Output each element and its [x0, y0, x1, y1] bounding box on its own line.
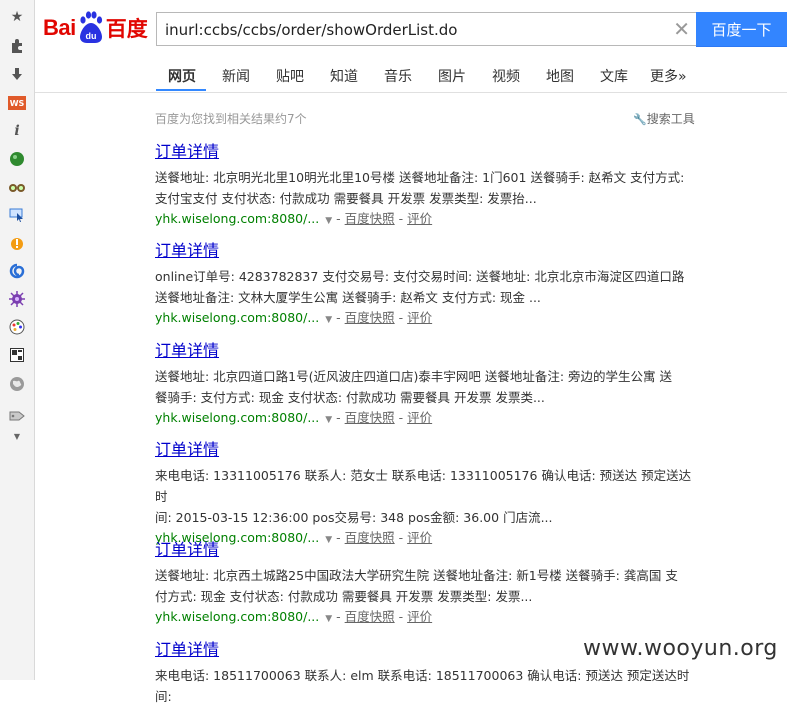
flame-icon[interactable]: [7, 233, 27, 253]
rate-link[interactable]: 评价: [407, 310, 432, 325]
info-icon[interactable]: i: [7, 121, 27, 141]
separator: -: [394, 410, 408, 425]
result-footer: yhk.wiselong.com:8080/... ▼ - 百度快照 - 评价: [155, 607, 700, 629]
logo-bai-text: Bai: [43, 15, 76, 40]
separator: -: [336, 211, 345, 226]
rate-link[interactable]: 评价: [407, 211, 432, 226]
caret-down-icon[interactable]: ▼: [325, 216, 332, 226]
pointer-icon[interactable]: [7, 205, 27, 225]
tab-news[interactable]: 新闻: [222, 66, 250, 86]
search-button[interactable]: 百度一下: [696, 12, 787, 47]
abstract-line: 送餐地址: 北京明光北里10明光北里10号楼 送餐地址备注: 1门601 送餐骑…: [155, 170, 685, 185]
swirl-icon[interactable]: [7, 261, 27, 281]
result-url: yhk.wiselong.com:8080/...: [155, 609, 320, 624]
logo-baidu-text: 百度: [105, 17, 148, 41]
result-footer: yhk.wiselong.com:8080/... ▼ - 百度快照 - 评价: [155, 408, 700, 430]
caret-down-icon[interactable]: ▼: [325, 315, 332, 325]
rate-link[interactable]: 评价: [407, 609, 432, 624]
result-title-link[interactable]: 订单详情: [155, 341, 700, 361]
search-box[interactable]: ✕: [156, 12, 696, 47]
search-result: 订单详情 送餐地址: 北京明光北里10明光北里10号楼 送餐地址备注: 1门60…: [155, 142, 700, 231]
paw-icon: du: [77, 10, 105, 46]
snapshot-link[interactable]: 百度快照: [345, 310, 395, 325]
download-icon[interactable]: [7, 64, 27, 84]
separator: -: [394, 609, 408, 624]
baidu-logo[interactable]: Bai du 百度: [43, 8, 148, 48]
separator: -: [336, 609, 345, 624]
result-title-link[interactable]: 订单详情: [155, 241, 700, 261]
result-abstract: 送餐地址: 北京四道口路1号(近风波庄四道口店)泰丰宇网吧 送餐地址备注: 旁边…: [155, 366, 700, 408]
globe-icon[interactable]: [7, 149, 27, 169]
puzzle-icon[interactable]: [7, 36, 27, 56]
close-icon[interactable]: ✕: [673, 17, 690, 41]
svg-text:du: du: [85, 31, 96, 41]
result-footer: yhk.wiselong.com:8080/... ▼ - 百度快照 - 评价: [155, 209, 700, 231]
snapshot-link[interactable]: 百度快照: [345, 410, 395, 425]
active-tab-indicator: [156, 89, 206, 91]
search-result: 订单详情 送餐地址: 北京四道口路1号(近风波庄四道口店)泰丰宇网吧 送餐地址备…: [155, 341, 700, 430]
separator: -: [336, 410, 345, 425]
abstract-line: 间: 2015-03-15 12:36:00 pos交易号: 348 pos金额…: [155, 510, 553, 525]
search-result: 订单详情 online订单号: 4283782837 支付交易号: 支付交易时间…: [155, 241, 700, 330]
abstract-line: 来电电话: 13311005176 联系人: 范女士 联系电话: 1331100…: [155, 468, 692, 504]
grid-icon[interactable]: [7, 345, 27, 365]
result-abstract: 送餐地址: 北京西土城路25中国政法大学研究生院 送餐地址备注: 新1号楼 送餐…: [155, 565, 700, 607]
search-tools[interactable]: 🔧搜索工具: [633, 110, 695, 127]
abstract-line: 来电电话: 18511700063 联系人: elm 联系电话: 1851170…: [155, 668, 690, 704]
separator: -: [336, 310, 345, 325]
watermark: www.wooyun.org: [583, 636, 778, 661]
tab-tieba[interactable]: 贴吧: [276, 66, 304, 86]
palette-icon[interactable]: [7, 317, 27, 337]
tab-video[interactable]: 视频: [492, 66, 520, 86]
result-abstract: 来电电话: 13311005176 联系人: 范女士 联系电话: 1331100…: [155, 465, 700, 528]
search-tabs: 网页 新闻 贴吧 知道 音乐 图片 视频 地图 文库 更多»: [35, 60, 787, 93]
result-abstract: 送餐地址: 北京明光北里10明光北里10号楼 送餐地址备注: 1门601 送餐骑…: [155, 167, 700, 209]
result-abstract: 来电电话: 18511700063 联系人: elm 联系电话: 1851170…: [155, 665, 700, 707]
results-count: 百度为您找到相关结果约7个: [155, 112, 307, 126]
result-title-link[interactable]: 订单详情: [155, 142, 700, 162]
wrench-icon: 🔧: [633, 113, 647, 126]
star-icon[interactable]: ★: [7, 7, 27, 27]
earth-icon[interactable]: [7, 374, 27, 394]
ws-icon[interactable]: WS: [7, 93, 27, 113]
search-header: Bai du 百度 ✕ 百度一下: [35, 0, 787, 60]
tab-map[interactable]: 地图: [546, 66, 574, 86]
abstract-line: 支付宝支付 支付状态: 付款成功 需要餐具 开发票 发票类型: 发票抬...: [155, 191, 537, 206]
search-input[interactable]: [163, 13, 657, 47]
result-title-link[interactable]: 订单详情: [155, 540, 700, 560]
search-result: 订单详情 来电电话: 13311005176 联系人: 范女士 联系电话: 13…: [155, 440, 700, 550]
result-title-link[interactable]: 订单详情: [155, 440, 700, 460]
result-footer: yhk.wiselong.com:8080/... ▼ - 百度快照 - 评价: [155, 308, 700, 330]
browser-sidebar: ★ WS i ▼: [0, 0, 35, 680]
abstract-line: 送餐地址: 北京西土城路25中国政法大学研究生院 送餐地址备注: 新1号楼 送餐…: [155, 568, 678, 583]
result-abstract: online订单号: 4283782837 支付交易号: 支付交易时间: 送餐地…: [155, 266, 700, 308]
separator: -: [394, 310, 408, 325]
tab-wenku[interactable]: 文库: [600, 66, 628, 86]
rate-link[interactable]: 评价: [407, 410, 432, 425]
chevron-down-icon[interactable]: ▼: [7, 426, 27, 446]
tab-music[interactable]: 音乐: [384, 66, 412, 86]
abstract-line: 餐骑手: 支付方式: 现金 支付状态: 付款成功 需要餐具 开发票 发票类...: [155, 390, 545, 405]
caret-down-icon[interactable]: ▼: [325, 614, 332, 624]
result-url: yhk.wiselong.com:8080/...: [155, 410, 320, 425]
search-result: 订单详情 送餐地址: 北京西土城路25中国政法大学研究生院 送餐地址备注: 新1…: [155, 540, 700, 629]
tag-icon[interactable]: [7, 406, 27, 426]
abstract-line: online订单号: 4283782837 支付交易号: 支付交易时间: 送餐地…: [155, 269, 685, 284]
virus-icon[interactable]: [7, 289, 27, 309]
tab-more[interactable]: 更多»: [650, 66, 687, 86]
snapshot-link[interactable]: 百度快照: [345, 609, 395, 624]
tab-zhidao[interactable]: 知道: [330, 66, 358, 86]
result-url: yhk.wiselong.com:8080/...: [155, 211, 320, 226]
tab-web[interactable]: 网页: [168, 66, 196, 86]
abstract-line: 送餐地址: 北京四道口路1号(近风波庄四道口店)泰丰宇网吧 送餐地址备注: 旁边…: [155, 369, 673, 384]
search-tools-label: 搜索工具: [646, 112, 695, 126]
tab-images[interactable]: 图片: [438, 66, 466, 86]
snapshot-link[interactable]: 百度快照: [345, 211, 395, 226]
separator: -: [394, 211, 408, 226]
caret-down-icon[interactable]: ▼: [325, 415, 332, 425]
abstract-line: 付方式: 现金 支付状态: 付款成功 需要餐具 开发票 发票类型: 发票...: [155, 589, 533, 604]
abstract-line: 送餐地址备注: 文林大厦学生公寓 送餐骑手: 赵希文 支付方式: 现金 ...: [155, 290, 541, 305]
result-url: yhk.wiselong.com:8080/...: [155, 310, 320, 325]
binoculars-icon[interactable]: [7, 177, 27, 197]
